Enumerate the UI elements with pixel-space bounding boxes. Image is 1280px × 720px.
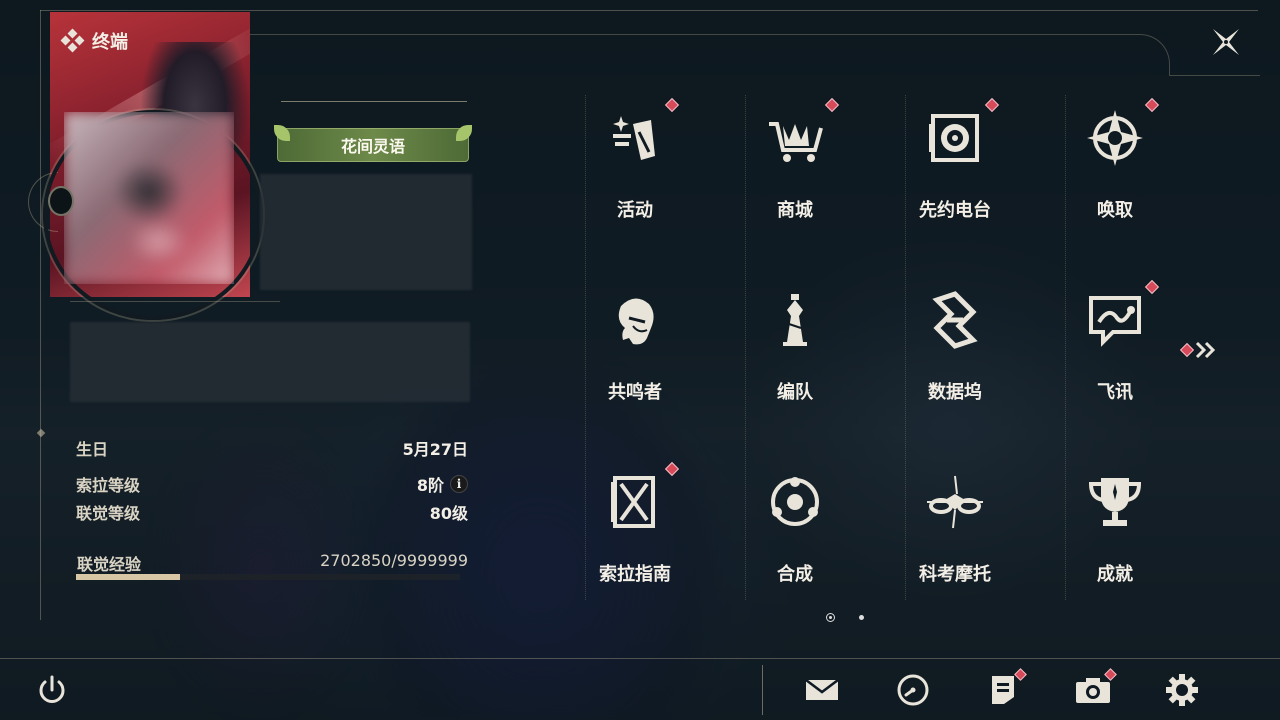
menu-item-guidebook[interactable]: 索拉指南 bbox=[565, 461, 705, 604]
menu-item-label: 飞讯 bbox=[1097, 382, 1133, 403]
menu-item-label: 编队 bbox=[777, 382, 813, 403]
stat-birthday: 生日 5月27日 bbox=[76, 436, 468, 460]
power-icon bbox=[39, 675, 65, 703]
convene-compass-icon bbox=[1087, 110, 1143, 166]
union-exp-label: 联觉经验 bbox=[77, 555, 142, 574]
menu-item-motorcycle[interactable]: 科考摩托 bbox=[885, 464, 1025, 604]
menu-item-synthesis[interactable]: 合成 bbox=[725, 464, 865, 604]
menu-item-event[interactable]: 活动 bbox=[565, 97, 705, 240]
close-button[interactable] bbox=[1206, 22, 1246, 62]
menu-item-label: 共鸣者 bbox=[608, 382, 662, 403]
resonator-head-icon bbox=[618, 298, 654, 345]
sola-level-value-group: 8阶 i bbox=[417, 472, 468, 496]
notification-dot bbox=[984, 97, 1000, 113]
menu-item-label: 成就 bbox=[1097, 564, 1133, 585]
mail-icon bbox=[805, 679, 839, 700]
notification-dot bbox=[1179, 342, 1195, 358]
page-indicator bbox=[826, 613, 864, 622]
menu-item-label: 唤取 bbox=[1097, 200, 1133, 221]
title-badge-text: 花间灵语 bbox=[340, 137, 405, 156]
birthday-value: 5月27日 bbox=[402, 440, 468, 459]
menu-item-label: 活动 bbox=[617, 200, 653, 221]
diamonds-icon bbox=[60, 28, 85, 53]
union-level-value: 80级 bbox=[429, 504, 468, 523]
stat-union-level: 联觉等级 80级 bbox=[76, 500, 468, 524]
birthday-label: 生日 bbox=[76, 440, 109, 459]
notification-dot bbox=[824, 97, 840, 113]
frame-line-left bbox=[40, 10, 41, 620]
clock-button[interactable] bbox=[891, 668, 935, 712]
settings-gear-icon bbox=[1166, 674, 1198, 706]
stat-sola-level: 索拉等级 8阶 i bbox=[76, 472, 468, 496]
bottom-bar-line bbox=[0, 658, 1280, 659]
menu-item-trophy[interactable]: 成就 bbox=[1045, 464, 1185, 604]
menu-item-label: 商城 bbox=[777, 200, 813, 221]
camera-icon bbox=[1076, 678, 1110, 703]
avatar-image-blurred bbox=[64, 112, 234, 284]
avatar-level-badge bbox=[48, 186, 74, 216]
menu-item-label: 科考摩托 bbox=[919, 564, 991, 585]
avatar[interactable] bbox=[64, 112, 234, 284]
frame-line-right bbox=[1170, 75, 1260, 76]
notification-dot bbox=[664, 97, 680, 113]
trophy-icon bbox=[1088, 478, 1142, 526]
menu-item-chat-message[interactable]: 飞讯 bbox=[1045, 279, 1185, 422]
synthesis-icon bbox=[771, 477, 819, 526]
menu-item-label: 数据坞 bbox=[928, 382, 982, 403]
profile-separator bbox=[70, 301, 280, 302]
title-badge[interactable]: 花间灵语 bbox=[274, 125, 472, 162]
info-icon[interactable]: i bbox=[450, 475, 468, 493]
menu-item-label: 先约电台 bbox=[919, 200, 991, 221]
camera-button[interactable] bbox=[1071, 668, 1117, 712]
frame-curve bbox=[250, 34, 1170, 76]
notice-button[interactable] bbox=[981, 668, 1027, 712]
power-button[interactable] bbox=[30, 668, 74, 712]
bottom-bar-divider bbox=[762, 665, 763, 715]
terminal-title: 终端 bbox=[60, 28, 128, 54]
notification-dot bbox=[1144, 97, 1160, 113]
menu-item-radio[interactable]: 先约电台 bbox=[885, 97, 1025, 240]
radio-icon bbox=[929, 114, 979, 162]
chat-message-icon bbox=[1089, 296, 1141, 347]
double-chevron-right-icon bbox=[1195, 341, 1216, 359]
menu-item-convene-compass[interactable]: 唤取 bbox=[1045, 97, 1185, 240]
player-name-blurred bbox=[260, 174, 472, 290]
shop-cart-icon bbox=[769, 122, 823, 162]
page-dot-active[interactable] bbox=[826, 613, 835, 622]
data-bank-icon bbox=[932, 291, 978, 349]
notice-icon bbox=[992, 676, 1014, 704]
notification-dot bbox=[664, 461, 680, 477]
sola-level-label: 索拉等级 bbox=[76, 476, 141, 495]
menu-item-chess-team[interactable]: 编队 bbox=[725, 282, 865, 422]
union-exp-bar-fill bbox=[76, 574, 180, 580]
event-icon bbox=[613, 116, 655, 160]
clock-icon bbox=[897, 674, 929, 706]
terminal-title-text: 终端 bbox=[92, 32, 128, 53]
menu-item-label: 合成 bbox=[777, 564, 813, 585]
sola-level-value: 8阶 bbox=[416, 476, 444, 495]
page-dot[interactable] bbox=[859, 615, 864, 620]
notification-dot bbox=[1144, 279, 1160, 295]
motorcycle-icon bbox=[927, 475, 983, 529]
frame-line-top bbox=[40, 10, 1258, 11]
union-exp-bar bbox=[76, 574, 460, 580]
menu-item-label: 索拉指南 bbox=[599, 564, 671, 585]
menu-item-data-bank[interactable]: 数据坞 bbox=[885, 282, 1025, 422]
guidebook-icon bbox=[611, 476, 655, 528]
leaf-icon bbox=[274, 125, 290, 141]
union-level-label: 联觉等级 bbox=[76, 504, 141, 523]
menu-item-resonator-head[interactable]: 共鸣者 bbox=[565, 282, 705, 422]
name-underline bbox=[281, 101, 467, 102]
mail-button[interactable] bbox=[800, 668, 844, 712]
close-icon bbox=[1213, 29, 1239, 55]
chess-team-icon bbox=[783, 294, 807, 346]
signature-blurred[interactable] bbox=[70, 322, 470, 402]
union-exp-value: 2702850/9999999 bbox=[320, 551, 468, 570]
next-page-button[interactable] bbox=[1179, 340, 1220, 360]
settings-button[interactable] bbox=[1160, 668, 1204, 712]
menu-item-shop-cart[interactable]: 商城 bbox=[725, 97, 865, 240]
